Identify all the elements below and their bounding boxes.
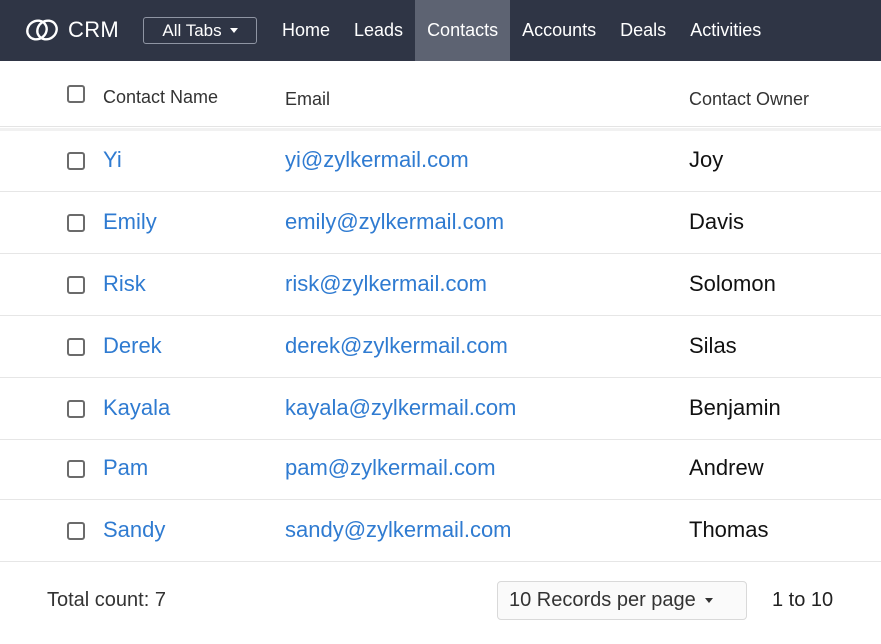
tab-leads[interactable]: Leads <box>342 0 415 61</box>
tab-home[interactable]: Home <box>270 0 342 61</box>
column-header-email[interactable]: Email <box>285 89 330 110</box>
caret-down-icon <box>704 598 713 603</box>
records-per-page-dropdown[interactable]: 10 Records per page <box>497 581 747 620</box>
table-row[interactable]: Sandy sandy@zylkermail.com Thomas <box>0 500 881 562</box>
tab-accounts[interactable]: Accounts <box>510 0 608 61</box>
contact-owner: Benjamin <box>689 395 781 420</box>
email-link[interactable]: emily@zylkermail.com <box>285 209 504 235</box>
row-checkbox[interactable] <box>67 460 85 478</box>
contact-name-link[interactable]: Risk <box>103 271 146 297</box>
row-checkbox[interactable] <box>67 522 85 540</box>
table-row[interactable]: Yi yi@zylkermail.com Joy <box>0 130 881 192</box>
contact-owner: Silas <box>689 333 737 358</box>
table-header: Contact Name Email Contact Owner <box>0 61 881 127</box>
zoho-rings-icon <box>26 19 58 41</box>
contact-owner: Davis <box>689 209 745 234</box>
tab-activities[interactable]: Activities <box>678 0 773 61</box>
contact-owner: Joy <box>689 147 724 172</box>
page-range: 1 to 10 <box>772 589 834 611</box>
table-row[interactable]: Kayala kayala@zylkermail.com Benjamin <box>0 378 881 440</box>
table-row[interactable]: Emily emily@zylkermail.com Davis <box>0 192 881 254</box>
top-navigation-bar: CRM All Tabs Home Leads Contacts Account… <box>0 0 881 61</box>
total-count: Total count: 7 <box>47 589 166 611</box>
column-header-contact-name[interactable]: Contact Name <box>103 87 218 108</box>
row-checkbox[interactable] <box>67 276 85 294</box>
email-link[interactable]: kayala@zylkermail.com <box>285 395 516 421</box>
table-row[interactable]: Derek derek@zylkermail.com Silas <box>0 316 881 378</box>
table-row[interactable]: Risk risk@zylkermail.com Solomon <box>0 254 881 316</box>
contact-name-link[interactable]: Pam <box>103 455 148 481</box>
caret-down-icon <box>229 28 238 33</box>
row-checkbox[interactable] <box>67 400 85 418</box>
contact-owner: Thomas <box>689 517 769 542</box>
row-checkbox[interactable] <box>67 338 85 356</box>
tab-deals[interactable]: Deals <box>608 0 678 61</box>
all-tabs-dropdown[interactable]: All Tabs <box>143 17 257 44</box>
records-per-page-label: 10 Records per page <box>509 589 696 611</box>
contact-name-link[interactable]: Derek <box>103 333 162 359</box>
select-all-checkbox[interactable] <box>67 85 85 103</box>
email-link[interactable]: risk@zylkermail.com <box>285 271 487 297</box>
contact-owner: Solomon <box>689 271 776 296</box>
row-checkbox[interactable] <box>67 152 85 170</box>
contact-name-link[interactable]: Kayala <box>103 395 170 421</box>
tab-contacts[interactable]: Contacts <box>415 0 511 61</box>
contact-owner: Andrew <box>689 455 764 480</box>
row-checkbox[interactable] <box>67 214 85 232</box>
main-nav: Home Leads Contacts Accounts Deals Activ… <box>270 0 773 61</box>
crm-logo[interactable]: CRM <box>24 17 119 43</box>
app-title: CRM <box>68 17 120 42</box>
email-link[interactable]: derek@zylkermail.com <box>285 333 508 359</box>
email-link[interactable]: yi@zylkermail.com <box>285 147 469 173</box>
contact-name-link[interactable]: Sandy <box>103 517 165 543</box>
email-link[interactable]: sandy@zylkermail.com <box>285 517 512 543</box>
table-row[interactable]: Pam pam@zylkermail.com Andrew <box>0 438 881 500</box>
email-link[interactable]: pam@zylkermail.com <box>285 455 496 481</box>
contact-name-link[interactable]: Yi <box>103 147 122 173</box>
column-header-contact-owner[interactable]: Contact Owner <box>689 89 809 110</box>
contact-name-link[interactable]: Emily <box>103 209 157 235</box>
all-tabs-label: All Tabs <box>162 20 222 40</box>
